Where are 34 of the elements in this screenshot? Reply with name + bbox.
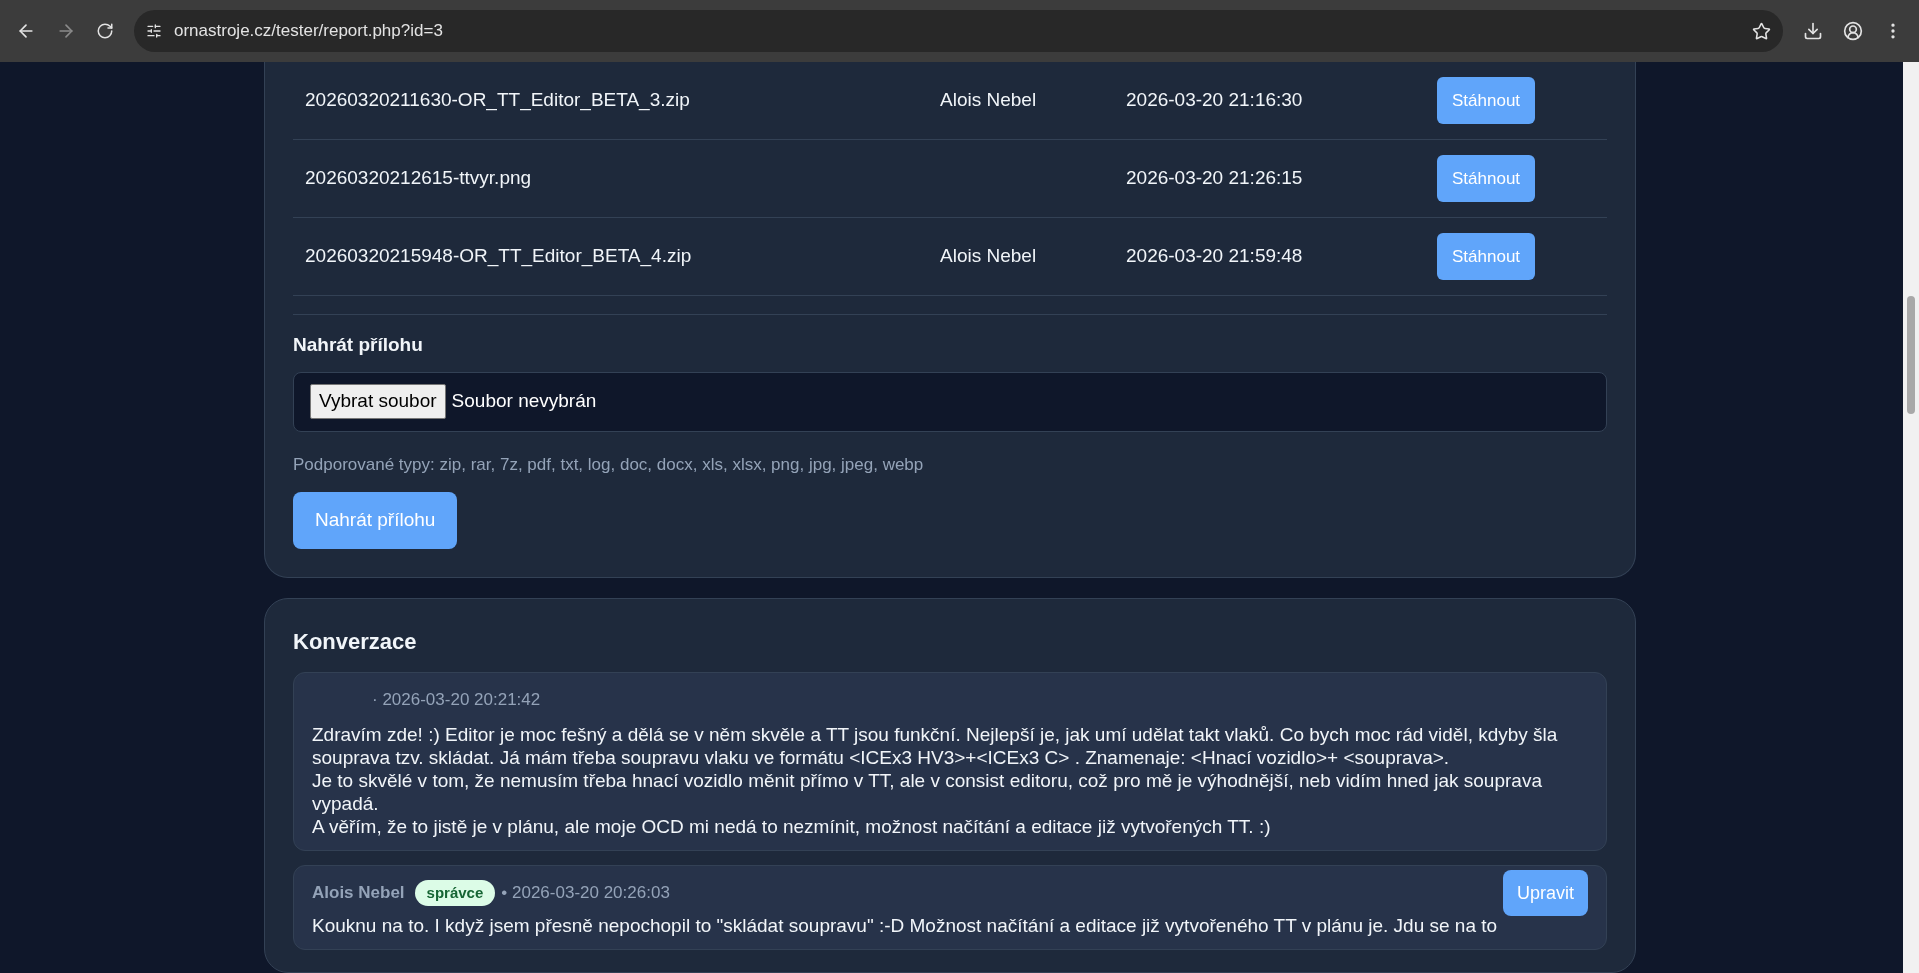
message-author: Alois Nebel xyxy=(312,882,405,905)
upload-date: 2026-03-20 21:26:15 xyxy=(1126,166,1304,191)
download-icon[interactable] xyxy=(1803,21,1823,41)
url-text: ornastroje.cz/tester/report.php?id=3 xyxy=(174,20,444,43)
site-info-icon[interactable] xyxy=(146,23,162,39)
download-button[interactable]: Stáhnout xyxy=(1437,155,1536,202)
address-bar[interactable]: ornastroje.cz/tester/report.php?id=3 xyxy=(134,10,1783,52)
reload-icon[interactable] xyxy=(96,22,114,40)
message-date: · 2026-03-20 20:21:42 xyxy=(372,689,541,712)
upload-date: 2026-03-20 21:16:30 xyxy=(1126,88,1304,113)
scrollbar-thumb[interactable] xyxy=(1907,296,1915,414)
supported-types-text: Podporované typy: zip, rar, 7z, pdf, txt, log, doc, docx, xls, xlsx, png, jpg, jpeg, webp xyxy=(293,453,925,476)
choose-file-button[interactable]: Vybrat soubor xyxy=(310,384,446,419)
profile-icon[interactable] xyxy=(1843,21,1863,41)
download-button[interactable]: Stáhnout xyxy=(1437,233,1536,280)
upload-date: 2026-03-20 21:59:48 xyxy=(1126,244,1304,269)
scrollbar[interactable] xyxy=(1903,62,1919,973)
file-name: 20260320211630-OR_TT_Editor_BETA_3.zip xyxy=(305,88,691,113)
edit-button[interactable]: Upravit xyxy=(1503,870,1588,916)
download-button[interactable]: Stáhnout xyxy=(1437,77,1536,124)
file-name: 20260320215948-OR_TT_Editor_BETA_4.zip xyxy=(305,244,693,269)
message-text: Kouknu na to. I když jsem přesně nepochopil to "skládat soupravu" :-D Možnost načítání a editace již vytvořeného TT v plánu je. Jdu se na to xyxy=(312,914,1499,937)
conversation-title: Konverzace xyxy=(293,628,418,656)
upload-button[interactable]: Nahrát přílohu xyxy=(293,492,458,549)
message-date: • 2026-03-20 20:26:03 xyxy=(501,882,670,905)
bookmark-star-icon[interactable] xyxy=(1752,21,1771,41)
file-name: 20260320212615-ttvyr.png xyxy=(305,166,533,191)
uploader-name: Alois Nebel xyxy=(940,244,1038,269)
role-badge: správce xyxy=(414,879,496,907)
file-status-text: Soubor nevybrán xyxy=(451,389,597,414)
file-input-field[interactable]: Vybrat soubor Soubor nevybrán xyxy=(293,371,1607,432)
upload-heading: Nahrát přílohu xyxy=(293,333,424,357)
uploader-name: Alois Nebel xyxy=(940,88,1038,113)
message-text: Zdravím zde! :) Editor je moc fešný a dělá se v něm skvěle a TT jsou funkční. Nejlepší je, jak umí udělat takt vlaků. Co bych moc rád viděl, kdyby šla souprava tzv. skládat. Já mám třeba soupravu vlaku ve formátu <ICEx3 HV3>+<ICEx3 C> . Znamenaje: <Hnací vozidlo>+ <souprava>. Je to skvělé v tom, že nemusím třeba hnací vozidlo měnit přímo v TT, ale v consist editoru, což pro mě je výhodnější, neb vidím hned jak souprava vypadá. A věřím, že to jistě je v plánu, ale moje OCD mi nedá to nezmínit, možnost načítání a editace již vytvořených TT. :) xyxy=(312,723,1559,838)
